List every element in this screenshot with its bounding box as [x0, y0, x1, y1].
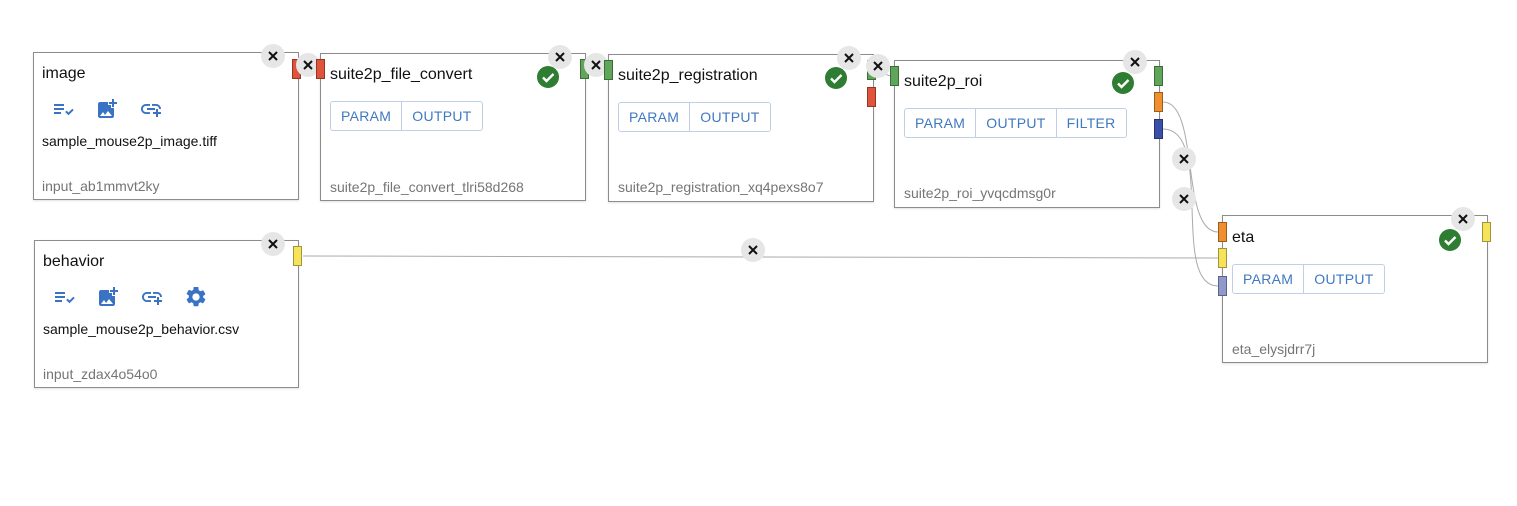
node-title: behavior: [43, 253, 105, 270]
delete-node-behavior-button[interactable]: [261, 232, 285, 256]
handle-file-convert-input[interactable]: [316, 59, 325, 79]
success-check-icon: [1439, 229, 1461, 251]
node-id: suite2p_file_convert_tlri58d268: [330, 179, 524, 195]
add-link-icon[interactable]: [139, 97, 163, 121]
handle-behavior-output[interactable]: [293, 246, 302, 266]
handle-registration-input[interactable]: [604, 60, 613, 80]
add-link-icon[interactable]: [140, 285, 164, 309]
delete-edge-roi-orange-eta-button[interactable]: [1172, 147, 1196, 171]
handle-roi-output-green[interactable]: [1154, 66, 1163, 86]
node-id: eta_elysjdrr7j: [1232, 341, 1316, 357]
close-icon: [748, 245, 758, 255]
select-list-icon[interactable]: [51, 97, 75, 121]
delete-node-eta-button[interactable]: [1451, 207, 1475, 231]
close-icon: [303, 60, 313, 70]
node-id: suite2p_registration_xq4pexs8o7: [618, 179, 824, 195]
node-icon-bar: [52, 285, 208, 309]
node-behavior[interactable]: behavior sample_mouse2p_behavior.csv inp…: [34, 240, 299, 388]
node-eta[interactable]: eta PARAM OUTPUT eta_elysjdrr7j: [1222, 215, 1488, 363]
add-image-icon[interactable]: [95, 97, 119, 121]
handle-eta-input-orange[interactable]: [1218, 222, 1227, 242]
param-button[interactable]: PARAM: [619, 103, 691, 131]
close-icon: [591, 60, 601, 70]
close-icon: [1130, 57, 1140, 67]
close-icon: [268, 51, 278, 61]
node-filename: sample_mouse2p_behavior.csv: [43, 321, 240, 337]
delete-edge-behavior-eta-button[interactable]: [741, 238, 765, 262]
output-button[interactable]: OUTPUT: [1304, 265, 1383, 293]
success-check-icon: [1112, 72, 1134, 94]
close-icon: [873, 61, 883, 71]
close-icon: [555, 52, 565, 62]
filter-button[interactable]: FILTER: [1057, 109, 1126, 137]
delete-node-registration-button[interactable]: [837, 46, 861, 70]
handle-registration-output-red[interactable]: [867, 87, 876, 107]
node-title: eta: [1232, 229, 1255, 246]
node-icon-bar: [51, 97, 163, 121]
output-button[interactable]: OUTPUT: [402, 102, 481, 130]
node-image[interactable]: image sample_mouse2p_image.tiff input_ab…: [33, 52, 299, 200]
node-id: input_ab1mmvt2ky: [42, 178, 160, 194]
select-list-icon[interactable]: [52, 285, 76, 309]
workflow-canvas[interactable]: image sample_mouse2p_image.tiff input_ab…: [0, 0, 1517, 506]
param-button[interactable]: PARAM: [1233, 265, 1305, 293]
close-icon: [1179, 154, 1189, 164]
node-id: suite2p_roi_yvqcdmsg0r: [904, 185, 1056, 201]
handle-eta-input-lavender[interactable]: [1218, 276, 1227, 296]
handle-roi-output-orange[interactable]: [1154, 92, 1163, 112]
close-icon: [844, 53, 854, 63]
handle-roi-input[interactable]: [890, 66, 899, 86]
delete-edge-roi-blue-eta-button[interactable]: [1172, 187, 1196, 211]
node-suite2p-registration[interactable]: suite2p_registration PARAM OUTPUT suite2…: [608, 54, 874, 202]
output-button[interactable]: OUTPUT: [690, 103, 769, 131]
close-icon: [1179, 194, 1189, 204]
node-title: image: [42, 65, 86, 82]
node-title: suite2p_roi: [904, 73, 983, 90]
close-icon: [1458, 214, 1468, 224]
node-filename: sample_mouse2p_image.tiff: [42, 133, 217, 149]
node-title: suite2p_file_convert: [330, 66, 473, 83]
node-id: input_zdax4o54o0: [43, 366, 158, 382]
node-button-group: PARAM OUTPUT: [1232, 264, 1385, 294]
add-image-icon[interactable]: [96, 285, 120, 309]
success-check-icon: [537, 66, 559, 88]
close-icon: [268, 239, 278, 249]
node-suite2p-file-convert[interactable]: suite2p_file_convert PARAM OUTPUT suite2…: [320, 53, 586, 201]
node-button-group: PARAM OUTPUT: [330, 101, 483, 131]
handle-eta-output[interactable]: [1482, 222, 1491, 242]
settings-gear-icon[interactable]: [184, 285, 208, 309]
node-button-group: PARAM OUTPUT FILTER: [904, 108, 1127, 138]
param-button[interactable]: PARAM: [331, 102, 403, 130]
success-check-icon: [825, 67, 847, 89]
node-button-group: PARAM OUTPUT: [618, 102, 771, 132]
handle-roi-output-blue[interactable]: [1154, 119, 1163, 139]
delete-node-file-convert-button[interactable]: [548, 45, 572, 69]
node-title: suite2p_registration: [618, 67, 758, 84]
output-button[interactable]: OUTPUT: [976, 109, 1057, 137]
delete-edge-registration-roi-button[interactable]: [866, 54, 890, 78]
handle-eta-input-yellow[interactable]: [1218, 248, 1227, 268]
param-button[interactable]: PARAM: [905, 109, 977, 137]
delete-node-roi-button[interactable]: [1123, 50, 1147, 74]
node-suite2p-roi[interactable]: suite2p_roi PARAM OUTPUT FILTER suite2p_…: [894, 60, 1160, 208]
delete-node-image-button[interactable]: [261, 44, 285, 68]
